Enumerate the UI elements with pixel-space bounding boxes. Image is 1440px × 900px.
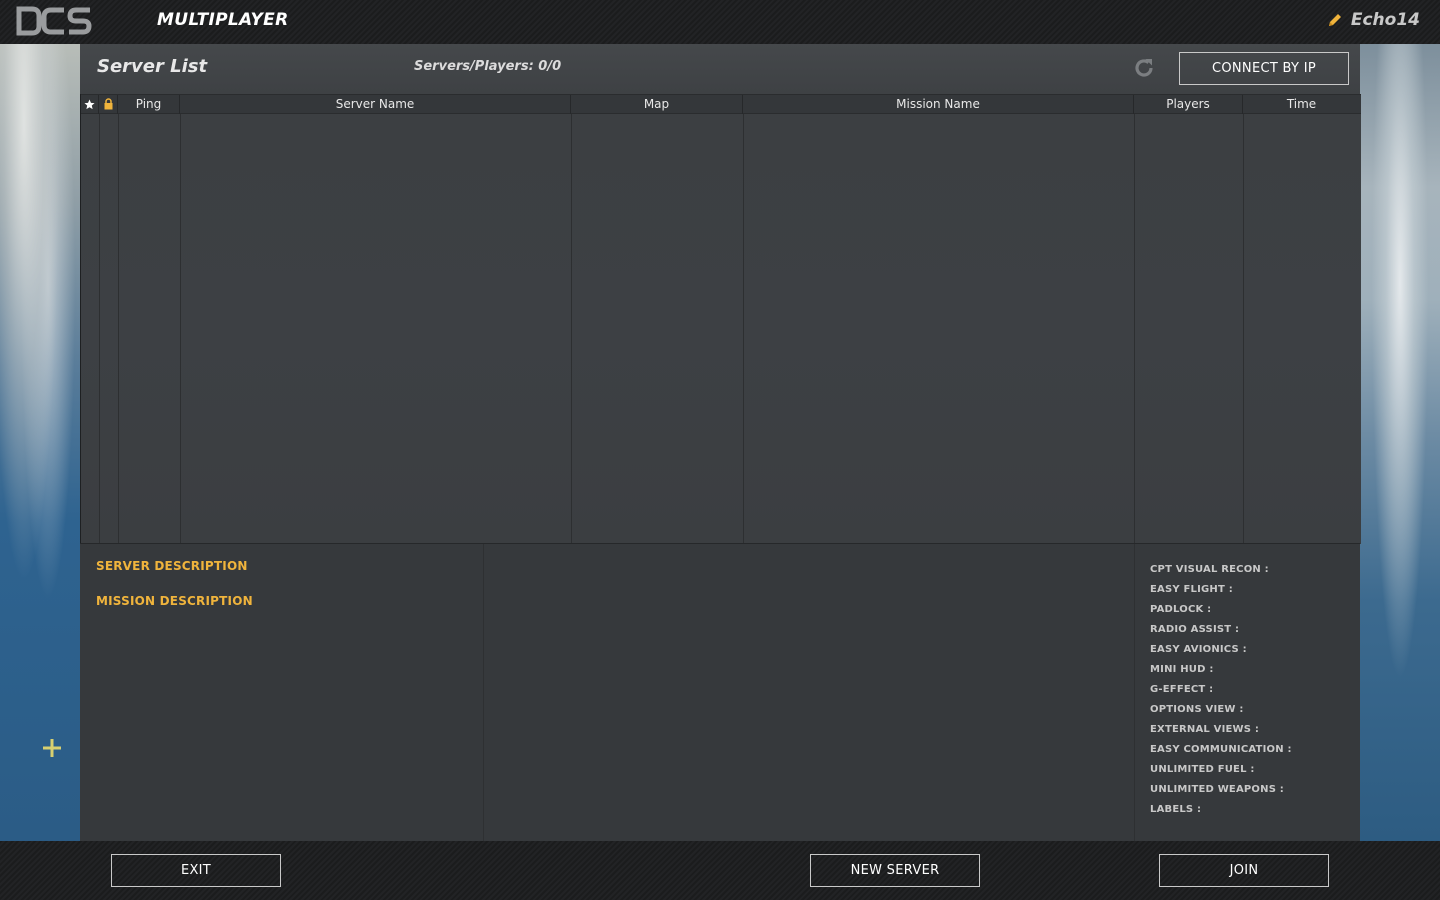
- column-favorite[interactable]: [81, 95, 99, 114]
- server-table-header: Ping Server Name Map Mission Name Player…: [81, 94, 1361, 114]
- background-sky-right: [1360, 44, 1440, 841]
- description-panel: SERVER DESCRIPTION MISSION DESCRIPTION: [80, 544, 484, 842]
- option-item: G-EFFECT :: [1150, 684, 1214, 695]
- column-mission-name[interactable]: Mission Name: [743, 95, 1134, 114]
- column-server-name[interactable]: Server Name: [180, 95, 571, 114]
- option-item: EASY FLIGHT :: [1150, 584, 1233, 595]
- server-description-label[interactable]: SERVER DESCRIPTION: [96, 559, 248, 573]
- refresh-icon[interactable]: [1132, 56, 1156, 80]
- exit-button[interactable]: EXIT: [111, 854, 281, 887]
- column-ping[interactable]: Ping: [118, 95, 180, 114]
- join-button[interactable]: JOIN: [1159, 854, 1329, 887]
- column-map[interactable]: Map: [571, 95, 743, 114]
- option-item: EXTERNAL VIEWS :: [1150, 724, 1260, 735]
- pencil-icon[interactable]: [1327, 12, 1343, 28]
- option-item: LABELS :: [1150, 804, 1202, 815]
- page-title: MULTIPLAYER: [157, 10, 289, 30]
- option-item: EASY COMMUNICATION :: [1150, 744, 1292, 755]
- column-players[interactable]: Players: [1134, 95, 1243, 114]
- server-table: Ping Server Name Map Mission Name Player…: [80, 94, 1361, 544]
- mission-description-label[interactable]: MISSION DESCRIPTION: [96, 594, 253, 608]
- option-item: RADIO ASSIST :: [1150, 624, 1240, 635]
- column-time[interactable]: Time: [1243, 95, 1360, 114]
- option-item: CPT VISUAL RECON :: [1150, 564, 1269, 575]
- column-divider: [1243, 114, 1244, 544]
- plus-icon[interactable]: [41, 737, 63, 759]
- option-item: MINI HUD :: [1150, 664, 1214, 675]
- new-server-button[interactable]: NEW SERVER: [810, 854, 980, 887]
- column-divider: [118, 114, 119, 544]
- background-sky-left: [0, 44, 80, 841]
- column-locked[interactable]: [99, 95, 118, 114]
- dcs-logo: [16, 6, 92, 38]
- server-options-list: CPT VISUAL RECON : EASY FLIGHT : PADLOCK…: [1150, 564, 1292, 824]
- column-divider: [743, 114, 744, 544]
- column-divider: [99, 114, 100, 544]
- server-list-title: Server List: [97, 56, 208, 77]
- column-divider: [1134, 114, 1135, 544]
- column-divider: [571, 114, 572, 544]
- servers-players-count: Servers/Players: 0/0: [414, 59, 562, 74]
- star-icon: [84, 99, 95, 110]
- panel-header: Server List Servers/Players: 0/0 CONNECT…: [80, 44, 1360, 94]
- connect-by-ip-button[interactable]: CONNECT BY IP: [1179, 52, 1349, 85]
- option-item: OPTIONS VIEW :: [1150, 704, 1244, 715]
- lock-icon: [104, 98, 112, 110]
- option-item: UNLIMITED FUEL :: [1150, 764, 1255, 775]
- description-content: [484, 544, 1135, 842]
- server-table-body[interactable]: [81, 114, 1361, 544]
- server-list-panel: Server List Servers/Players: 0/0 CONNECT…: [80, 44, 1361, 842]
- user-profile[interactable]: Echo14: [1327, 10, 1420, 30]
- option-item: PADLOCK :: [1150, 604, 1212, 615]
- column-divider: [180, 114, 181, 544]
- user-name: Echo14: [1350, 10, 1420, 30]
- bottom-bar: EXIT NEW SERVER JOIN: [0, 841, 1440, 900]
- option-item: UNLIMITED WEAPONS :: [1150, 784, 1284, 795]
- option-item: EASY AVIONICS :: [1150, 644, 1247, 655]
- server-info-area: SERVER DESCRIPTION MISSION DESCRIPTION C…: [80, 543, 1360, 842]
- top-bar: MULTIPLAYER Echo14: [0, 0, 1440, 44]
